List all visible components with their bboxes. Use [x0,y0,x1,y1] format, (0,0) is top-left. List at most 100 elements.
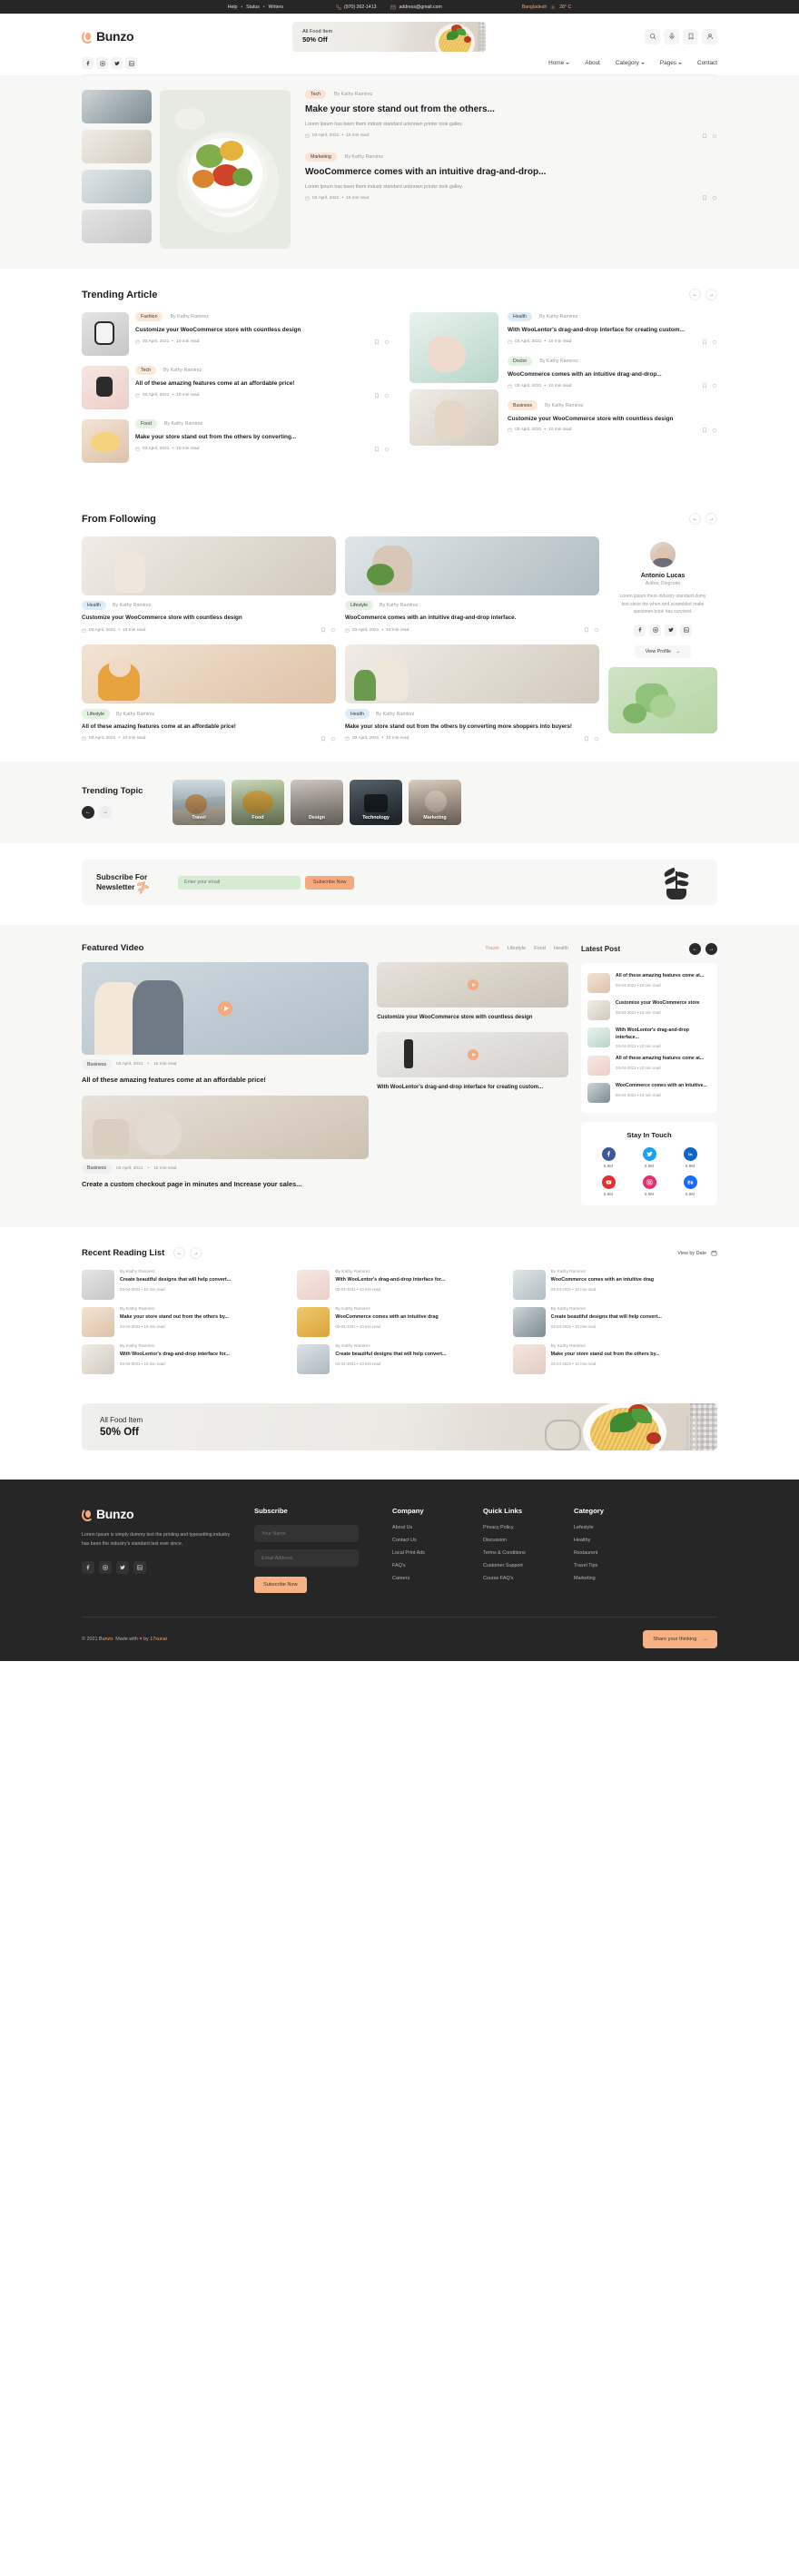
topic-card-technology[interactable]: Technology [350,779,402,825]
bookmark-icon[interactable] [702,133,707,139]
view-by-date-control[interactable]: View by Date [677,1250,717,1256]
article-title[interactable]: Make your store stand out from the other… [135,433,390,441]
linkedin-icon[interactable] [125,57,137,69]
facebook-icon[interactable] [634,624,646,636]
play-button-icon[interactable] [467,1048,478,1060]
linkedin-icon[interactable] [680,624,692,636]
instagram-icon[interactable] [99,1560,112,1574]
stay-item-youtube[interactable]: 5.6M [590,1175,626,1196]
next-arrow-icon[interactable]: → [705,943,717,956]
article-tag[interactable]: Health [82,601,106,611]
heart-icon[interactable] [594,736,599,742]
article-tag[interactable]: Doctor [508,356,533,367]
latest-post-item[interactable]: All of these amazing features come at...… [587,1052,711,1079]
bookmark-icon[interactable] [374,393,380,398]
article-title[interactable]: Make your store stand out from the other… [305,104,717,116]
footer-link[interactable]: Discussion [483,1538,556,1543]
footer-link[interactable]: Careers [392,1576,465,1581]
heart-icon[interactable] [712,195,717,201]
article-title[interactable]: With WooLentor's drag-and-drop interface… [508,326,717,334]
reading-item[interactable]: By Kathy Ramirez Make your store stand ou… [512,1344,717,1375]
topic-card-marketing[interactable]: Marketing [409,779,461,825]
hero-thumb-2[interactable] [82,130,152,163]
article-tag[interactable]: Lifestyle [345,601,374,611]
footer-link[interactable]: Travel Tips [574,1563,646,1568]
topbar-email[interactable]: address@gmail.com [390,5,442,10]
footer-link[interactable]: Customer Support [483,1563,556,1568]
hero-main-image[interactable] [160,90,291,249]
next-arrow-icon[interactable]: → [190,1247,202,1260]
topic-card-travel[interactable]: Travel [173,779,225,825]
tab-health[interactable]: Health [554,946,568,951]
article-tag[interactable]: Health [508,312,532,322]
trending-item[interactable]: Fashion By Kathy Ramirez Customize your W… [82,312,390,356]
bookmark-icon[interactable] [374,339,380,345]
newsletter-email-input[interactable] [178,875,301,890]
tab-travel[interactable]: Travel [485,946,498,951]
footer-name-input[interactable] [254,1525,359,1543]
prev-arrow-icon[interactable]: ← [689,289,701,300]
nav-item-contact[interactable]: Contact [697,60,717,66]
nav-item-about[interactable]: About [585,60,600,66]
footer-link[interactable]: Marketing [574,1576,646,1581]
topic-card-design[interactable]: Design [291,779,343,825]
bottom-promo-banner[interactable]: All Food Item 50% Off [82,1403,717,1451]
bookmark-icon[interactable] [683,28,698,44]
bookmark-icon[interactable] [584,736,589,742]
footer-subscribe-button[interactable]: Subscribe Now [254,1577,307,1594]
topbar-link-help[interactable]: Help [228,5,238,10]
twitter-icon[interactable] [111,57,123,69]
footer-link[interactable]: About Us [392,1525,465,1530]
share-thinking-button[interactable]: Share your thinking → [643,1630,717,1649]
trending-item[interactable]: Food By Kathy Ramirez Make your store sta… [82,419,390,463]
video-tag[interactable]: Business [82,1059,113,1069]
facebook-icon[interactable] [82,57,94,69]
nav-item-pages[interactable]: Pages [660,60,682,66]
topbar-phone[interactable]: (970) 262-1413 [336,5,376,10]
heart-icon[interactable] [712,428,717,433]
following-card[interactable]: Lifestyle By Kathy Ramirez WooCommerce co… [345,536,599,633]
bookmark-icon[interactable] [374,447,380,452]
heart-icon[interactable] [384,447,390,452]
reading-item[interactable]: By Kathy Ramirez Create beautiful designs… [512,1307,717,1338]
trending-item[interactable]: Business By Kathy Ramirez Customize your … [508,400,717,433]
prev-arrow-icon[interactable]: ← [689,943,701,956]
stay-item-twitter[interactable]: 6.9M [631,1147,667,1168]
following-card[interactable]: Health By Kathy Ramirez Customize your Wo… [82,536,336,633]
following-card[interactable]: Lifestyle By Kathy Ramirez All of these a… [82,644,336,742]
article-tag[interactable]: Tech [135,366,156,376]
bookmark-icon[interactable] [702,383,707,388]
video-title[interactable]: All of these amazing features come at an… [82,1076,369,1086]
article-title[interactable]: Customize your WooCommerce store with co… [82,615,336,623]
footer-link[interactable]: Restaurent [574,1550,646,1556]
bookmark-icon[interactable] [321,627,326,633]
article-title[interactable]: All of these amazing features come at an… [82,723,336,732]
article-title[interactable]: Customize your WooCommerce store with co… [135,326,390,334]
trending-image-1[interactable] [409,312,498,383]
heart-icon[interactable] [330,736,336,742]
footer-logo[interactable]: Bunzo [82,1507,236,1521]
heart-icon[interactable] [712,383,717,388]
footer-link[interactable]: Course FAQ's [483,1576,556,1581]
video-title[interactable]: Create a custom checkout page in minutes… [82,1180,369,1190]
heart-icon[interactable] [384,393,390,398]
article-tag[interactable]: Marketing [305,152,337,162]
stay-item-instagram[interactable]: 6.9M [631,1175,667,1196]
copyright-author[interactable]: 17sucai [150,1637,167,1642]
trending-item[interactable]: Health By Kathy Ramirez With WooLentor's … [508,312,717,345]
footer-link[interactable]: Healthy [574,1538,646,1543]
article-title[interactable]: WooCommerce comes with an intuitive drag… [345,615,599,623]
video-title[interactable]: With WooLentor's drag-and-drop interface… [377,1084,568,1092]
article-title[interactable]: All of these amazing features come at an… [135,379,390,388]
twitter-icon[interactable] [116,1560,129,1574]
trending-item[interactable]: Tech By Kathy Ramirez All of these amazin… [82,366,390,409]
facebook-icon[interactable] [82,1560,94,1574]
bookmark-icon[interactable] [702,195,707,201]
article-title[interactable]: Make your store stand out from the other… [345,723,599,732]
bookmark-icon[interactable] [702,428,707,433]
footer-link[interactable]: FAQ's [392,1563,465,1568]
reading-item[interactable]: By Kathy Ramirez With WooLentor's drag-an… [82,1344,286,1375]
twitter-icon[interactable] [665,624,676,636]
heart-icon[interactable] [330,627,336,633]
article-title[interactable]: Customize your WooCommerce store with co… [508,415,717,423]
